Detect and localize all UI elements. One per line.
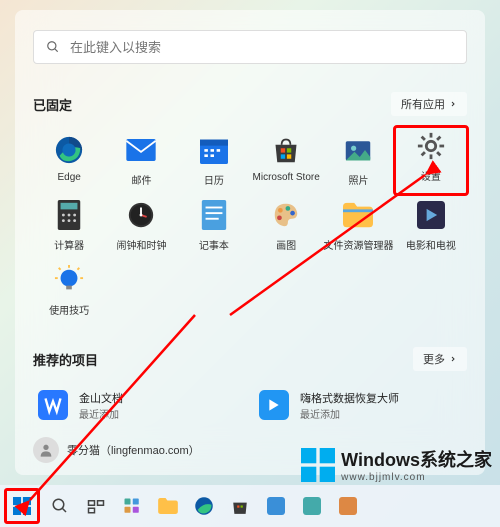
pinned-apps-grid: Edge 邮件 日历 Microsoft Store 照片 bbox=[33, 130, 467, 321]
wps-icon bbox=[37, 389, 69, 421]
tb-search[interactable] bbox=[44, 490, 76, 522]
mail-icon bbox=[125, 134, 157, 166]
recommended-grid: 金山文档 最近添加 嗨格式数据恢复大师 最近添加 bbox=[33, 385, 467, 425]
folder-icon bbox=[342, 199, 374, 231]
app-label: 文件资源管理器 bbox=[323, 237, 393, 252]
rec-item-recovery[interactable]: 嗨格式数据恢复大师 最近添加 bbox=[254, 385, 467, 425]
app-label: Edge bbox=[57, 172, 80, 183]
app-icon bbox=[267, 497, 285, 515]
app-icon bbox=[339, 497, 357, 515]
app-calendar[interactable]: 日历 bbox=[178, 130, 250, 191]
all-apps-label: 所有应用 bbox=[401, 96, 445, 112]
clock-icon bbox=[125, 199, 157, 231]
recovery-icon bbox=[258, 389, 290, 421]
tb-store[interactable] bbox=[224, 490, 256, 522]
pinned-header: 已固定 所有应用 bbox=[33, 92, 467, 116]
app-movies[interactable]: 电影和电视 bbox=[395, 195, 467, 256]
taskbar bbox=[0, 485, 500, 527]
user-name: 零分猫（lingfenmao.com） bbox=[67, 442, 200, 458]
gear-icon bbox=[415, 130, 447, 162]
rec-title: 金山文档 bbox=[79, 390, 123, 406]
search-bar[interactable] bbox=[33, 30, 467, 64]
widgets-icon bbox=[123, 497, 141, 515]
start-menu: 已固定 所有应用 Edge 邮件 日历 bbox=[15, 10, 485, 475]
app-label: 设置 bbox=[421, 168, 441, 183]
search-icon bbox=[51, 497, 69, 515]
movies-icon bbox=[415, 199, 447, 231]
tb-explorer[interactable] bbox=[152, 490, 184, 522]
app-edge[interactable]: Edge bbox=[33, 130, 105, 191]
app-settings[interactable]: 设置 bbox=[393, 125, 469, 196]
search-input[interactable] bbox=[70, 40, 454, 55]
tb-app2[interactable] bbox=[296, 490, 328, 522]
chevron-right-icon bbox=[449, 355, 457, 363]
app-label: 闹钟和时钟 bbox=[116, 237, 166, 252]
tb-widgets[interactable] bbox=[116, 490, 148, 522]
avatar bbox=[33, 437, 59, 463]
tb-app3[interactable] bbox=[332, 490, 364, 522]
edge-icon bbox=[53, 134, 85, 166]
windows-icon bbox=[13, 497, 31, 515]
app-store[interactable]: Microsoft Store bbox=[250, 130, 322, 191]
app-mail[interactable]: 邮件 bbox=[105, 130, 177, 191]
app-icon bbox=[303, 497, 321, 515]
tips-icon bbox=[53, 264, 85, 296]
tb-taskview[interactable] bbox=[80, 490, 112, 522]
notepad-icon bbox=[198, 199, 230, 231]
app-label: Microsoft Store bbox=[253, 172, 320, 183]
app-photos[interactable]: 照片 bbox=[322, 130, 394, 191]
folder-icon bbox=[158, 498, 178, 514]
app-label: 邮件 bbox=[131, 172, 151, 187]
pinned-title: 已固定 bbox=[33, 95, 72, 114]
app-label: 照片 bbox=[348, 172, 368, 187]
app-notepad[interactable]: 记事本 bbox=[178, 195, 250, 256]
chevron-right-icon bbox=[449, 100, 457, 108]
photos-icon bbox=[342, 134, 374, 166]
app-tips[interactable]: 使用技巧 bbox=[33, 260, 105, 321]
more-button[interactable]: 更多 bbox=[413, 347, 467, 371]
tb-app1[interactable] bbox=[260, 490, 292, 522]
app-label: 记事本 bbox=[199, 237, 229, 252]
paint-icon bbox=[270, 199, 302, 231]
app-paint[interactable]: 画图 bbox=[250, 195, 322, 256]
calculator-icon bbox=[53, 199, 85, 231]
more-label: 更多 bbox=[423, 351, 445, 367]
tb-edge[interactable] bbox=[188, 490, 220, 522]
rec-sub: 最近添加 bbox=[79, 406, 123, 421]
app-calculator[interactable]: 计算器 bbox=[33, 195, 105, 256]
recommended-title: 推荐的项目 bbox=[33, 350, 98, 369]
app-label: 电影和电视 bbox=[406, 237, 456, 252]
search-icon bbox=[46, 40, 60, 54]
rec-item-wps[interactable]: 金山文档 最近添加 bbox=[33, 385, 246, 425]
app-explorer[interactable]: 文件资源管理器 bbox=[322, 195, 394, 256]
store-icon bbox=[231, 497, 249, 515]
app-label: 日历 bbox=[204, 172, 224, 187]
calendar-icon bbox=[198, 134, 230, 166]
app-label: 计算器 bbox=[54, 237, 84, 252]
app-clock[interactable]: 闹钟和时钟 bbox=[105, 195, 177, 256]
app-label: 使用技巧 bbox=[49, 302, 89, 317]
start-button[interactable] bbox=[4, 488, 40, 524]
app-label: 画图 bbox=[276, 237, 296, 252]
taskview-icon bbox=[87, 497, 105, 515]
rec-title: 嗨格式数据恢复大师 bbox=[300, 390, 399, 406]
rec-sub: 最近添加 bbox=[300, 406, 399, 421]
all-apps-button[interactable]: 所有应用 bbox=[391, 92, 467, 116]
recommended-header: 推荐的项目 更多 bbox=[33, 347, 467, 371]
edge-icon bbox=[194, 496, 214, 516]
user-account[interactable]: 零分猫（lingfenmao.com） bbox=[33, 437, 200, 463]
store-icon bbox=[270, 134, 302, 166]
